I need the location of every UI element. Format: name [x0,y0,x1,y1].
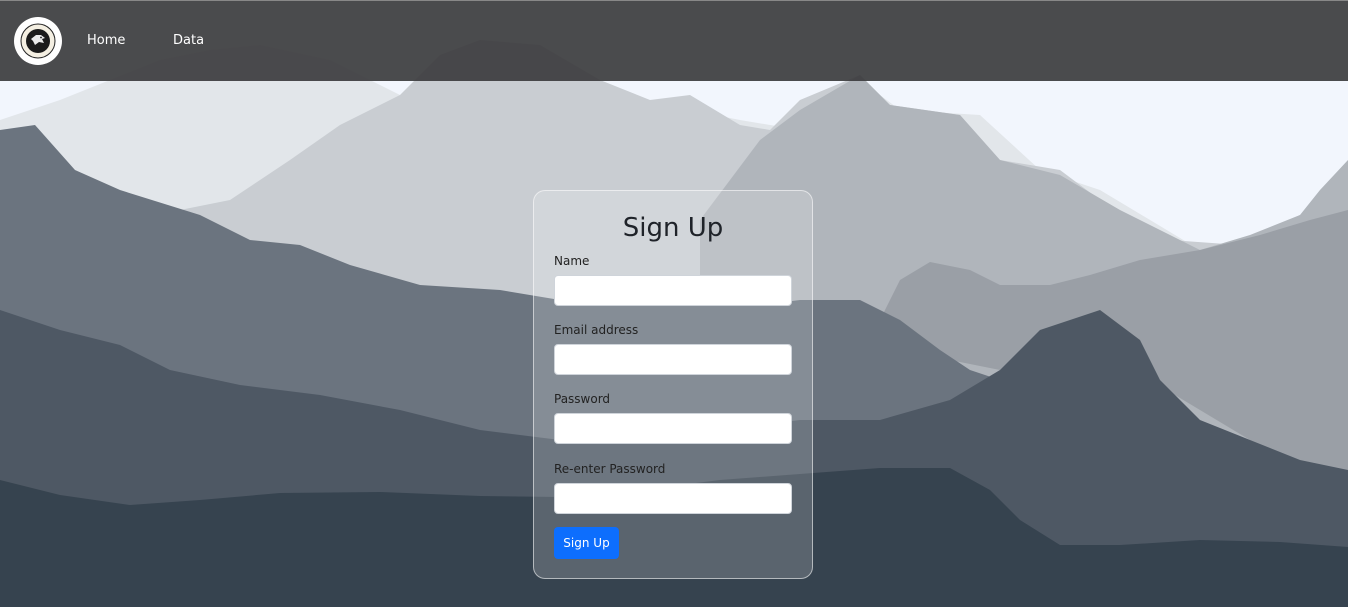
sign-up-button[interactable]: Sign Up [554,527,619,559]
reenter-password-field-group: Re-enter Password [554,461,792,514]
nav-data-link[interactable]: Data [173,33,204,48]
email-label: Email address [554,323,639,337]
name-field-group: Name [554,253,792,306]
signup-title: Sign Up [622,213,724,243]
page: Home Data Sign Up Name Email address Pas… [0,0,1348,607]
signup-card: Sign Up Name Email address Password Re-e… [533,190,813,579]
logo[interactable] [14,17,62,65]
password-field-group: Password [554,391,792,444]
top-navbar: Home Data [0,0,1348,81]
name-input[interactable] [554,275,792,306]
nav-home-link[interactable]: Home [87,33,125,48]
name-label: Name [554,254,590,268]
eagle-emblem-icon [16,19,60,63]
email-input[interactable] [554,344,792,375]
email-field-group: Email address [554,322,792,375]
password-label: Password [554,392,611,406]
reenter-password-label: Re-enter Password [554,462,666,476]
password-input[interactable] [554,413,792,444]
reenter-password-input[interactable] [554,483,792,514]
